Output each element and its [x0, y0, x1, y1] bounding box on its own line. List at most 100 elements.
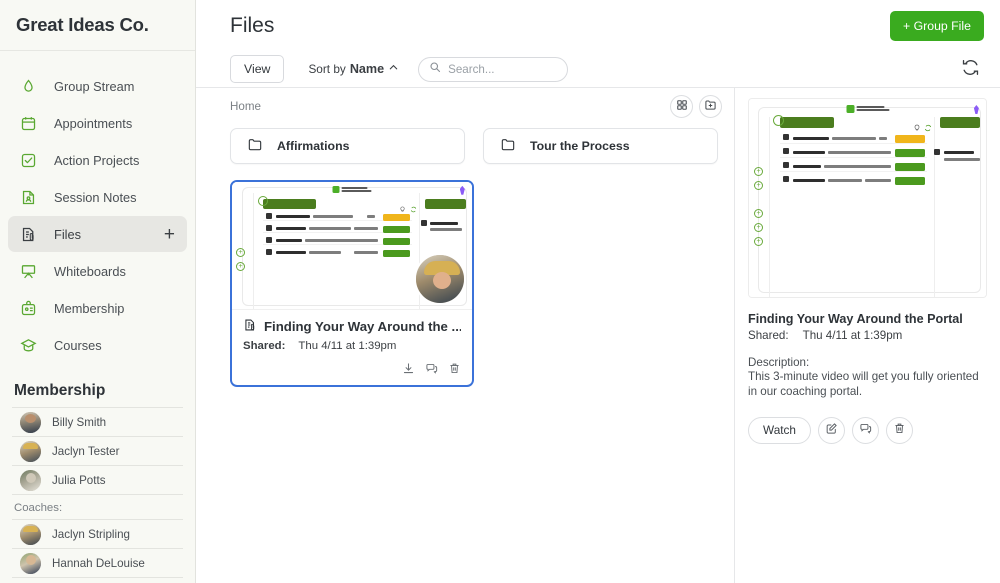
- sidebar-item-label: Group Stream: [54, 78, 135, 94]
- sort-by-value: Name: [349, 62, 385, 76]
- member-name: Billy Smith: [52, 415, 107, 429]
- avatar: [20, 552, 41, 574]
- list-item[interactable]: Jaclyn Stripling: [12, 520, 183, 549]
- sidebar-item-label: Action Projects: [54, 152, 140, 168]
- sort-by-control[interactable]: Sort by Name: [308, 62, 399, 76]
- file-shared-value: Thu 4/11 at 1:39pm: [298, 340, 397, 352]
- member-name: Hannah DeLouise: [52, 556, 145, 570]
- search-input[interactable]: [448, 62, 558, 76]
- detail-shared-row: Shared: Thu 4/11 at 1:39pm: [748, 329, 987, 342]
- detail-panel: + + + + + Finding Your Way Around the Po…: [734, 88, 1000, 583]
- sidebar: Great Ideas Co. Group Stream Appointment…: [0, 0, 196, 583]
- sidebar-item-session-notes[interactable]: Session Notes: [8, 179, 187, 215]
- coach-accountable-logo: [846, 104, 889, 113]
- avatar: [20, 440, 41, 462]
- add-group-file-button[interactable]: + Group File: [889, 10, 984, 41]
- refresh-button[interactable]: [957, 54, 984, 84]
- grid-view-button[interactable]: [670, 94, 693, 118]
- folder-card-affirmations[interactable]: Affirmations: [230, 128, 465, 164]
- sidebar-item-label: Files: [54, 226, 82, 242]
- refresh-icon: [961, 58, 980, 80]
- sidebar-item-appointments[interactable]: Appointments: [8, 105, 187, 141]
- sidebar-item-label: Appointments: [54, 115, 133, 131]
- comment-icon: [859, 422, 872, 438]
- search-icon: [429, 60, 441, 78]
- watch-button[interactable]: Watch: [748, 416, 811, 444]
- folder-name: Affirmations: [277, 139, 350, 153]
- graduation-cap-icon: [16, 333, 40, 357]
- comment-button[interactable]: [425, 362, 438, 378]
- delete-button[interactable]: [886, 416, 913, 444]
- trash-icon: [448, 362, 461, 378]
- sidebar-item-membership[interactable]: Membership: [8, 290, 187, 326]
- breadcrumb[interactable]: Home: [230, 100, 261, 113]
- checkbox-icon: [16, 148, 40, 172]
- video-file-icon: [243, 318, 257, 335]
- sidebar-item-whiteboards[interactable]: Whiteboards: [8, 253, 187, 289]
- membership-section: Membership Billy Smith Jaclyn Tester Jul…: [0, 382, 195, 578]
- list-item[interactable]: Hannah DeLouise: [12, 549, 183, 578]
- sidebar-item-label: Courses: [54, 337, 102, 353]
- main-area: Files + Group File View Sort by Name Sea…: [196, 0, 1000, 583]
- view-button[interactable]: View: [230, 55, 285, 83]
- add-file-button[interactable]: +: [164, 225, 179, 244]
- member-name: Julia Potts: [52, 473, 106, 487]
- page-title: Files: [230, 13, 275, 37]
- detail-shared-value: Thu 4/11 at 1:39pm: [802, 329, 903, 342]
- lightbulb-icon: [913, 119, 921, 137]
- file-title-row: Finding Your Way Around the ...: [243, 318, 461, 335]
- comment-icon: [425, 362, 438, 378]
- thumbnail-preview: + + + + +: [749, 99, 986, 297]
- sidebar-item-files[interactable]: Files +: [8, 216, 187, 252]
- trash-icon: [893, 422, 906, 438]
- refresh-small-icon: [410, 200, 417, 218]
- breadcrumb-actions: [670, 94, 722, 118]
- folder-icon: [247, 136, 263, 157]
- sidebar-item-label: Session Notes: [54, 189, 137, 205]
- sidebar-item-label: Whiteboards: [54, 263, 126, 279]
- file-shared-label: Shared:: [243, 340, 286, 352]
- download-button[interactable]: [402, 362, 415, 378]
- file-meta: Finding Your Way Around the ... Shared: …: [232, 310, 472, 357]
- file-shared-row: Shared: Thu 4/11 at 1:39pm: [243, 340, 461, 352]
- note-person-icon: [16, 185, 40, 209]
- folder-card-tour-the-process[interactable]: Tour the Process: [483, 128, 718, 164]
- detail-thumbnail[interactable]: + + + + +: [748, 98, 987, 298]
- toolbar: View Sort by Name: [196, 51, 1000, 87]
- file-actions: [232, 357, 472, 385]
- folder-name: Tour the Process: [530, 139, 630, 153]
- folder-list: Affirmations Tour the Process: [196, 124, 734, 164]
- folder-plus-icon: [704, 98, 717, 114]
- new-folder-button[interactable]: [699, 94, 722, 118]
- edit-icon: [825, 422, 838, 438]
- sort-by-label: Sort by: [308, 62, 346, 76]
- avatar: [20, 523, 41, 545]
- drop-icon: [16, 74, 40, 98]
- member-name: Jaclyn Stripling: [52, 527, 130, 541]
- file-thumbnail: + +: [232, 182, 472, 310]
- thumbnail-preview: + +: [232, 182, 472, 309]
- grid-view-icon: [676, 99, 688, 114]
- detail-description-label: Description:: [748, 356, 810, 369]
- coaches-label: Coaches:: [12, 495, 183, 520]
- sidebar-nav: Group Stream Appointments Action Project…: [0, 51, 195, 364]
- avatar: [20, 469, 41, 491]
- list-item[interactable]: Julia Potts: [12, 466, 183, 495]
- search-box[interactable]: [418, 56, 569, 82]
- comment-button[interactable]: [852, 416, 879, 444]
- detail-title: Finding Your Way Around the Portal: [748, 312, 963, 326]
- sidebar-item-label: Membership: [54, 300, 125, 316]
- brand-header: Great Ideas Co.: [0, 0, 195, 51]
- sidebar-item-group-stream[interactable]: Group Stream: [8, 68, 187, 104]
- page-header: Files + Group File: [196, 0, 1000, 51]
- files-pane: Home Affirmations Tour the Process + + F…: [196, 88, 734, 583]
- file-card[interactable]: + + Finding Your Way Around the ... Shar…: [230, 180, 474, 387]
- delete-button[interactable]: [448, 362, 461, 378]
- list-item[interactable]: Billy Smith: [12, 408, 183, 437]
- sidebar-item-action-projects[interactable]: Action Projects: [8, 142, 187, 178]
- edit-button[interactable]: [818, 416, 845, 444]
- brand-title: Great Ideas Co.: [16, 14, 149, 35]
- id-badge-icon: [16, 296, 40, 320]
- sidebar-item-courses[interactable]: Courses: [8, 327, 187, 363]
- list-item[interactable]: Jaclyn Tester: [12, 437, 183, 466]
